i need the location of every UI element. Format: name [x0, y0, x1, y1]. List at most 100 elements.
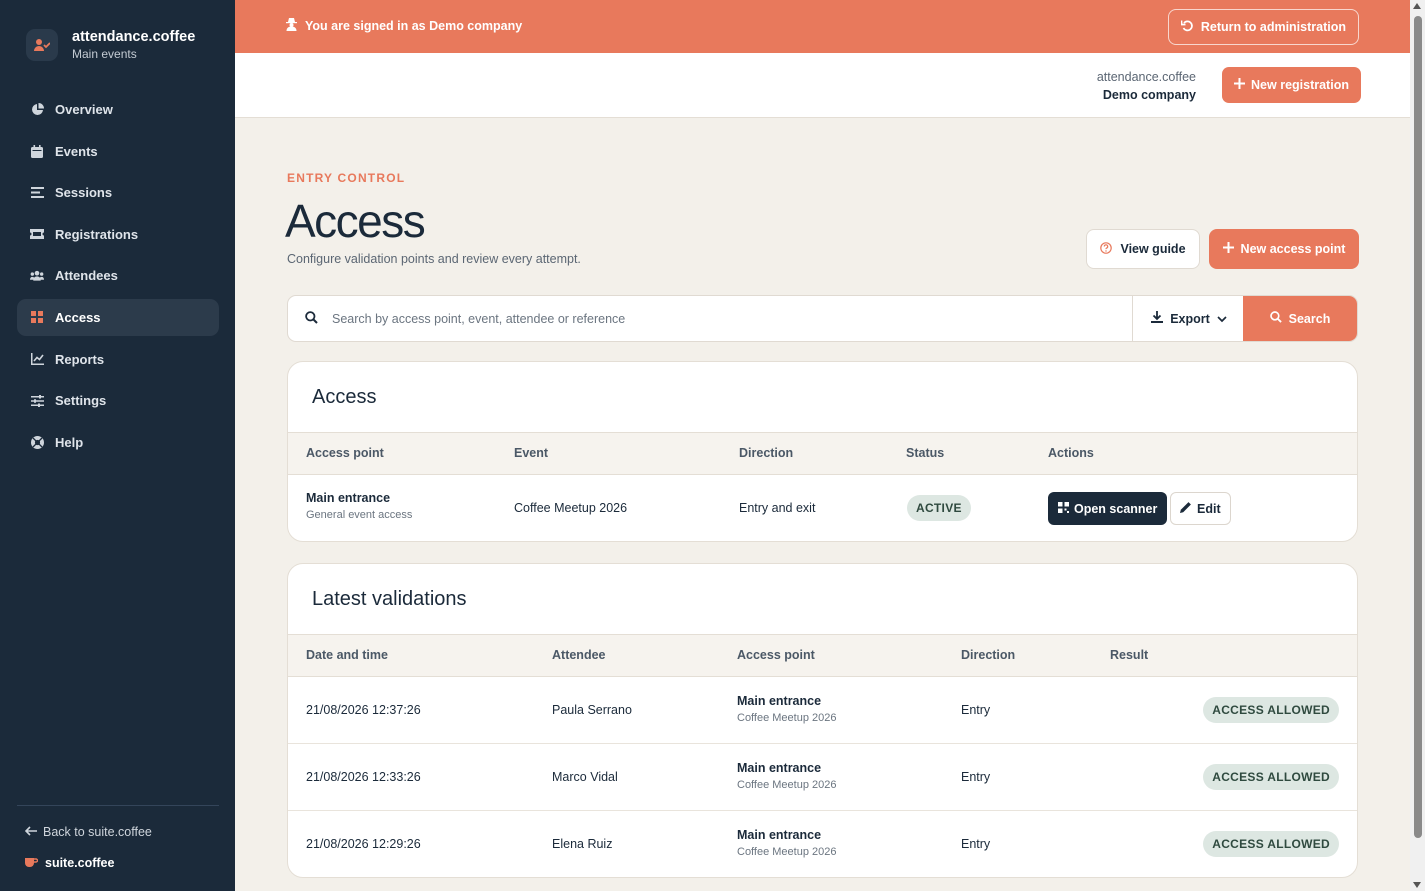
sidebar-item-attendees[interactable]: Attendees — [17, 257, 219, 294]
attendee-cell: Paula Serrano — [552, 703, 632, 717]
new-access-point-label: New access point — [1240, 242, 1346, 256]
sidebar-item-label: Events — [55, 143, 98, 159]
new-registration-button[interactable]: New registration — [1222, 67, 1361, 103]
sidebar-item-help[interactable]: Help — [17, 424, 219, 461]
scroll-down-arrow-icon[interactable] — [1413, 882, 1421, 888]
new-registration-label: New registration — [1251, 78, 1349, 92]
export-dropdown-button[interactable]: Export — [1132, 296, 1245, 341]
direction-cell: Entry — [961, 837, 991, 851]
sidebar-item-sessions[interactable]: Sessions — [17, 174, 219, 211]
access-point-description: General event access — [306, 509, 413, 521]
table-header: Access point Event Direction Status Acti… — [288, 433, 1357, 475]
access-point-cell: Main entrance General event access — [306, 491, 412, 521]
sidebar-item-settings[interactable]: Settings — [17, 382, 219, 419]
card-title: Latest validations — [288, 564, 1357, 635]
return-label: Return to administration — [1200, 20, 1346, 34]
sidebar-item-label: Help — [55, 434, 84, 450]
column-header: Result — [1110, 648, 1149, 662]
result-badge: ACCESS ALLOWED — [1203, 764, 1339, 790]
status-badge: ACTIVE — [907, 495, 971, 521]
qrcode-icon — [1058, 501, 1069, 516]
back-to-suite-link[interactable]: Back to suite.coffee — [24, 825, 152, 839]
column-header: Attendee — [552, 648, 606, 662]
sidebar-item-label: Attendees — [55, 268, 118, 284]
sidebar-nav: Overview Events Sessions Registrations A… — [17, 91, 219, 465]
back-link-label: Back to suite.coffee — [43, 825, 152, 839]
top-bar: attendance.coffee Demo company New regis… — [235, 53, 1410, 118]
event-cell: Coffee Meetup 2026 — [514, 501, 628, 515]
impersonation-banner: You are signed in as Demo company Return… — [235, 0, 1410, 53]
column-header: Event — [514, 446, 549, 460]
brand-logo-icon — [26, 29, 58, 61]
attendee-cell: Marco Vidal — [552, 770, 618, 784]
direction-cell: Entry and exit — [739, 501, 816, 515]
event-name: Coffee Meetup 2026 — [737, 779, 837, 791]
suite-brand: suite.coffee — [25, 856, 114, 870]
sidebar-item-label: Access — [55, 309, 101, 325]
sidebar-item-label: Registrations — [55, 226, 139, 242]
direction-cell: Entry — [961, 703, 991, 717]
page-title: Access — [285, 195, 426, 247]
page-scrollbar[interactable] — [1410, 0, 1425, 891]
edit-button[interactable]: Edit — [1170, 492, 1231, 525]
plus-icon — [1234, 78, 1246, 92]
sidebar-item-reports[interactable]: Reports — [17, 341, 219, 378]
column-header: Access point — [306, 446, 384, 460]
coffee-cup-icon — [25, 856, 39, 870]
open-scanner-button[interactable]: Open scanner — [1048, 492, 1168, 525]
access-point-name: Main entrance — [737, 828, 822, 842]
event-name: Coffee Meetup 2026 — [737, 846, 837, 858]
access-point-name: Main entrance — [306, 491, 391, 505]
sidebar-item-registrations[interactable]: Registrations — [17, 216, 219, 253]
org-app-name: attendance.coffee — [1096, 70, 1196, 84]
access-point-cell: Main entrance Coffee Meetup 2026 — [737, 761, 836, 791]
brand-subtitle: Main events — [72, 47, 137, 61]
undo-icon — [1180, 19, 1194, 35]
question-circle-icon — [1100, 241, 1113, 257]
result-badge: ACCESS ALLOWED — [1203, 831, 1339, 857]
card-title: Access — [288, 362, 1357, 433]
scroll-up-arrow-icon[interactable] — [1413, 3, 1421, 9]
brand[interactable]: attendance.coffee Main events — [26, 28, 195, 62]
open-scanner-label: Open scanner — [1074, 501, 1158, 516]
org-company-name: Demo company — [1102, 88, 1196, 102]
sidebar-item-overview[interactable]: Overview — [17, 91, 219, 128]
list-icon — [30, 186, 44, 200]
view-guide-button[interactable]: View guide — [1086, 229, 1200, 269]
grid-icon — [30, 310, 44, 324]
event-name: Coffee Meetup 2026 — [737, 712, 837, 724]
access-points-card: Access Access point Event Direction Stat… — [287, 361, 1358, 542]
table-row: 21/08/2026 12:37:26 Paula Serrano Main e… — [288, 677, 1357, 744]
sidebar-divider — [17, 805, 219, 806]
org-switcher[interactable]: attendance.coffee Demo company — [1097, 68, 1196, 104]
column-header: Direction — [961, 648, 1016, 662]
sidebar-item-label: Settings — [55, 393, 107, 409]
edit-label: Edit — [1197, 501, 1221, 516]
sidebar-item-access[interactable]: Access — [17, 298, 219, 336]
view-guide-label: View guide — [1120, 242, 1186, 256]
column-header: Access point — [737, 648, 815, 662]
search-input[interactable] — [332, 296, 1122, 341]
sidebar-item-events[interactable]: Events — [17, 133, 219, 170]
arrow-left-icon — [24, 825, 37, 839]
sidebar: attendance.coffee Main events Overview E… — [0, 0, 235, 891]
scrollbar-thumb[interactable] — [1414, 16, 1422, 838]
table-row: 21/08/2026 12:33:26 Marco Vidal Main ent… — [288, 744, 1357, 811]
sidebar-item-label: Sessions — [55, 185, 113, 201]
search-button[interactable]: Search — [1243, 296, 1357, 341]
users-icon — [30, 269, 44, 283]
pie-chart-icon — [30, 103, 44, 117]
suite-label: suite.coffee — [45, 856, 115, 870]
banner-message: You are signed in as Demo company — [286, 18, 522, 34]
page-eyebrow: ENTRY CONTROL — [287, 171, 406, 185]
plus-icon — [1222, 242, 1234, 256]
help-icon — [30, 435, 44, 449]
new-access-point-button[interactable]: New access point — [1209, 229, 1359, 269]
calendar-icon — [30, 144, 44, 158]
table-row: 21/08/2026 12:29:26 Elena Ruiz Main entr… — [288, 811, 1357, 877]
search-label: Search — [1288, 311, 1331, 326]
column-header: Status — [906, 446, 945, 460]
access-point-cell: Main entrance Coffee Meetup 2026 — [737, 694, 836, 724]
download-icon — [1151, 311, 1164, 326]
return-to-administration-button[interactable]: Return to administration — [1167, 9, 1359, 45]
